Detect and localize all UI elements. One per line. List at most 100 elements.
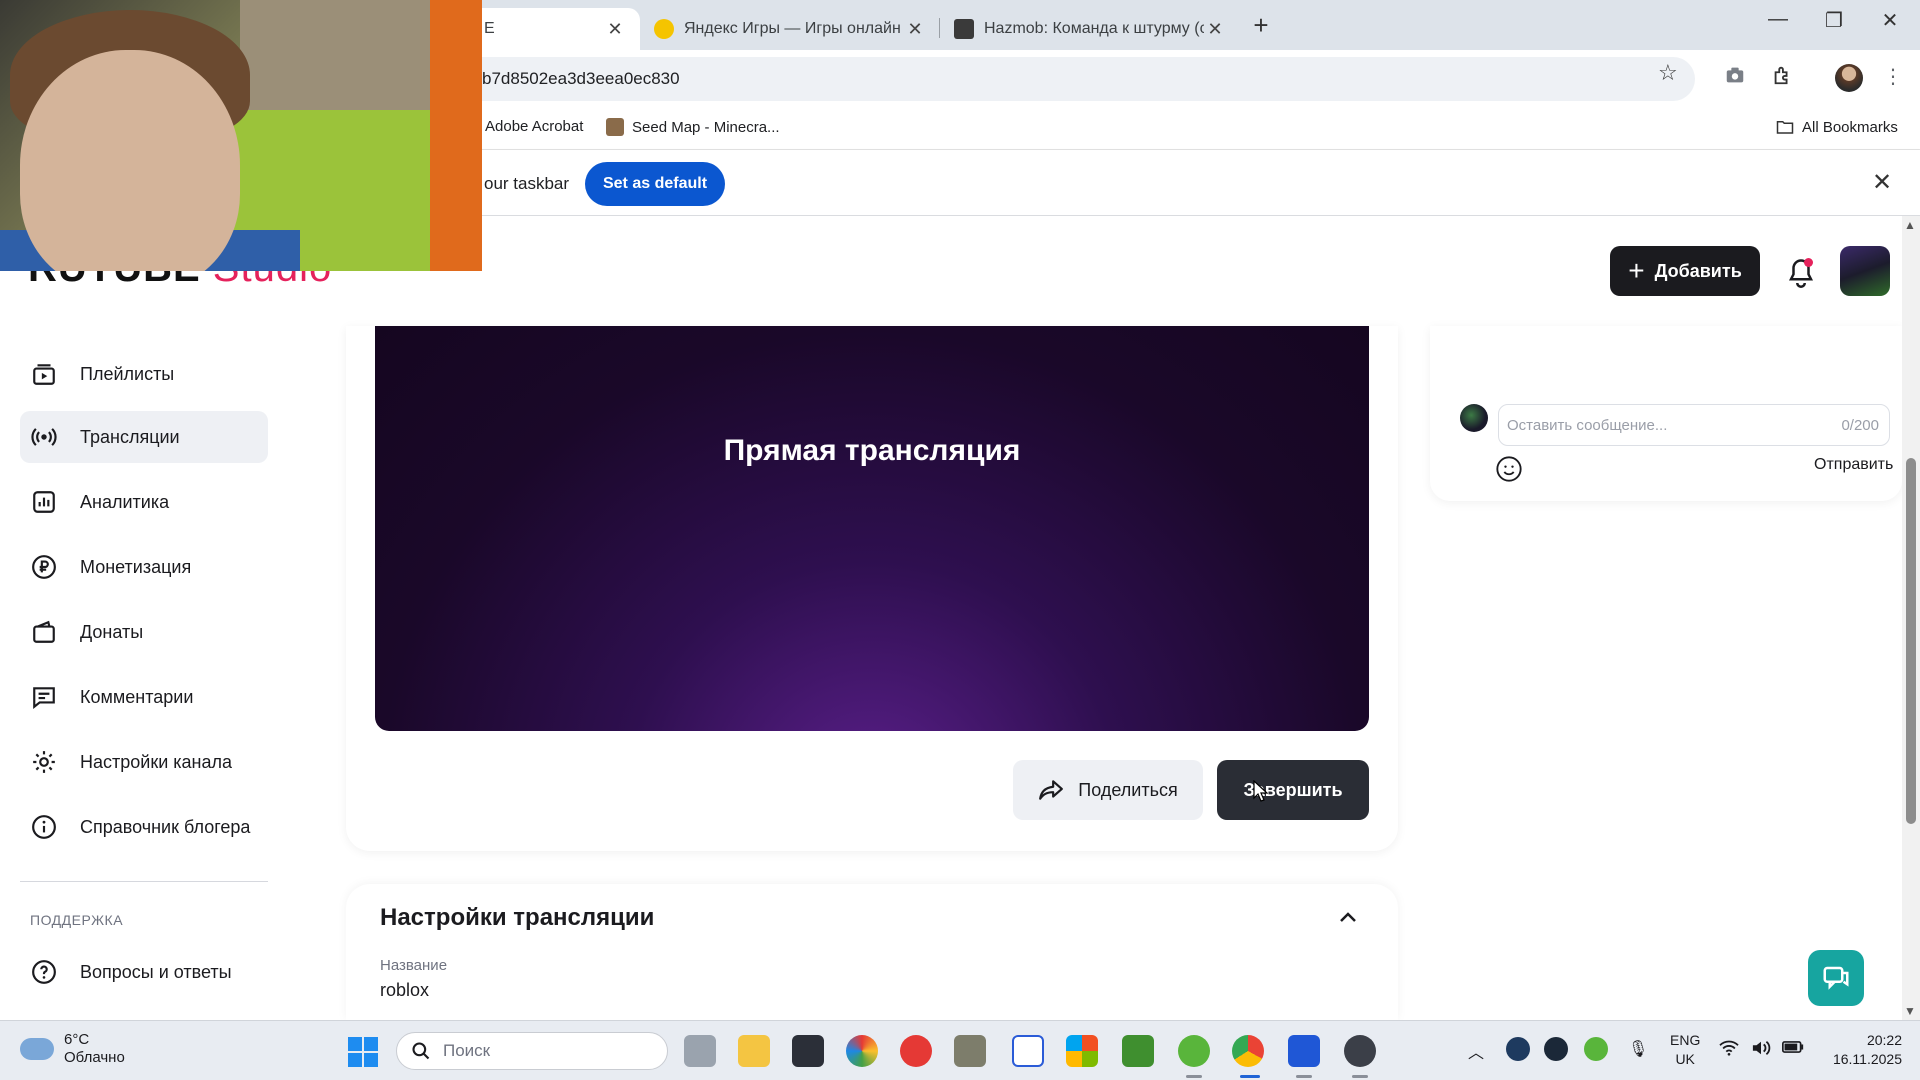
live-app-icon[interactable] — [792, 1035, 824, 1067]
chevron-up-icon[interactable] — [1336, 906, 1360, 930]
minimize-icon[interactable]: — — [1758, 8, 1798, 31]
taskbar-search[interactable]: Поиск — [396, 1032, 668, 1070]
tab-title: E — [484, 20, 495, 37]
sidebar-item-monetization[interactable]: Монетизация — [20, 541, 268, 593]
weather-condition: Облачно — [64, 1049, 125, 1066]
battery-icon[interactable] — [1782, 1039, 1804, 1060]
support-heading: ПОДДЕРЖКА — [30, 912, 124, 928]
support-chat-button[interactable] — [1808, 950, 1864, 1006]
chat-placeholder: Оставить сообщение... — [1507, 417, 1668, 434]
analytics-icon — [30, 488, 58, 516]
extensions-icon[interactable] — [1769, 64, 1795, 90]
tray-app-icon[interactable] — [1506, 1037, 1530, 1061]
language-indicator[interactable]: ENG UK — [1670, 1031, 1700, 1069]
sidebar-item-comments[interactable]: Комментарии — [20, 671, 268, 723]
tab-rutube[interactable]: E ✕ — [470, 8, 640, 50]
windows-start-icon[interactable] — [348, 1037, 378, 1067]
taskbar-clock[interactable]: 20:22 16.11.2025 — [1822, 1031, 1902, 1069]
infobar-message: our taskbar — [484, 174, 570, 193]
menu-kebab-icon[interactable]: ⋮ — [1880, 64, 1906, 90]
microphone-icon[interactable]: 🎙 — [1628, 1039, 1648, 1059]
new-tab-icon[interactable]: + — [1246, 10, 1276, 41]
search-icon — [412, 1042, 430, 1060]
chat-send-button[interactable]: Отправить — [1814, 456, 1893, 474]
volume-icon[interactable] — [1750, 1039, 1772, 1062]
running-indicator — [1352, 1075, 1368, 1078]
gear-icon — [30, 748, 58, 776]
utorrent-icon[interactable] — [1178, 1035, 1210, 1067]
notes-app-icon[interactable] — [1012, 1035, 1044, 1067]
seed-map-favicon-icon — [606, 118, 624, 136]
info-icon — [30, 813, 58, 841]
sidebar-item-channel-settings[interactable]: Настройки канала — [20, 736, 268, 788]
share-icon — [1039, 780, 1064, 800]
cloud-icon — [20, 1038, 54, 1060]
photo-app-icon[interactable] — [846, 1035, 878, 1067]
sidebar-item-faq[interactable]: Вопросы и ответы — [20, 946, 268, 998]
hazmob-favicon-icon — [954, 19, 974, 39]
chat-message-input[interactable]: Оставить сообщение... 0/200 — [1498, 404, 1890, 446]
bookmark-star-icon[interactable]: ☆ — [1658, 60, 1678, 86]
microsoft-store-icon[interactable] — [1066, 1035, 1098, 1067]
window-close-icon[interactable]: ✕ — [1870, 8, 1910, 33]
gimp-icon[interactable] — [954, 1035, 986, 1067]
task-view-icon[interactable] — [684, 1035, 716, 1067]
bookmark-adobe-acrobat[interactable]: Adobe Acrobat — [485, 118, 583, 135]
emoji-icon[interactable] — [1495, 455, 1523, 483]
utorrent-tray-icon[interactable] — [1584, 1037, 1608, 1061]
share-button[interactable]: Поделиться — [1013, 760, 1203, 820]
profile-avatar[interactable] — [1835, 64, 1863, 92]
name-field-value[interactable]: roblox — [380, 980, 429, 1001]
sidebar-item-analytics[interactable]: Аналитика — [20, 476, 268, 528]
add-button[interactable]: + Добавить — [1610, 246, 1760, 296]
address-bar[interactable]: b7d8502ea3d3eea0ec830 — [440, 57, 1695, 101]
mouse-cursor-icon — [1253, 780, 1268, 802]
tray-chevron-up-icon[interactable]: ︿ — [1468, 1039, 1484, 1063]
weather-widget[interactable]: 6°C Облачно — [20, 1031, 125, 1067]
minecraft-icon[interactable] — [1122, 1035, 1154, 1067]
set-as-default-button[interactable]: Set as default — [585, 162, 725, 206]
stream-preview-player[interactable]: Прямая трансляция — [375, 326, 1369, 731]
player-title: Прямая трансляция — [723, 434, 1021, 467]
tab-yandex-games[interactable]: Яндекс Игры — Игры онлайн ✕ — [640, 8, 940, 50]
plus-icon: + — [1628, 255, 1645, 286]
wifi-icon[interactable] — [1718, 1039, 1740, 1062]
finish-broadcast-button[interactable]: Завершить — [1217, 760, 1369, 820]
camera-icon[interactable] — [1722, 64, 1748, 90]
tab-hazmob[interactable]: Hazmob: Команда к штурму (с ✕ — [940, 8, 1240, 50]
address-url: b7d8502ea3d3eea0ec830 — [482, 69, 680, 88]
sidebar-item-playlists[interactable]: Плейлисты — [20, 348, 268, 400]
scroll-down-icon[interactable]: ▼ — [1904, 1004, 1916, 1018]
chat-user-avatar — [1460, 404, 1488, 432]
active-indicator — [1240, 1075, 1260, 1078]
tab-title: Яндекс Игры — Игры онлайн — [684, 20, 901, 37]
tab-close-icon[interactable]: ✕ — [904, 19, 926, 40]
tab-close-icon[interactable]: ✕ — [1204, 19, 1226, 40]
sidebar-divider — [20, 881, 268, 882]
notification-badge — [1804, 258, 1813, 267]
chrome-icon[interactable] — [1232, 1035, 1264, 1067]
sidebar-item-blogger-guide[interactable]: Справочник блогера — [20, 801, 268, 853]
file-explorer-icon[interactable] — [738, 1035, 770, 1067]
name-field-label: Название — [380, 957, 448, 974]
roblox-studio-icon[interactable] — [1288, 1035, 1320, 1067]
sidebar-item-broadcasts[interactable]: Трансляции — [20, 411, 268, 463]
scrollbar-thumb[interactable] — [1906, 458, 1916, 824]
channel-avatar[interactable] — [1840, 246, 1890, 296]
wallet-icon — [30, 618, 58, 646]
bookmark-seed-map[interactable]: Seed Map - Minecra... — [606, 118, 780, 136]
all-bookmarks[interactable]: All Bookmarks — [1776, 118, 1898, 136]
broadcast-icon — [30, 423, 58, 451]
sidebar-item-donations[interactable]: Донаты — [20, 606, 268, 658]
steam-icon[interactable] — [1544, 1037, 1568, 1061]
infobar-close-icon[interactable]: ✕ — [1872, 168, 1892, 197]
webcam-overlay — [0, 0, 482, 271]
restore-icon[interactable]: ❐ — [1814, 8, 1854, 33]
obs-icon[interactable] — [1344, 1035, 1376, 1067]
broadcast-settings-title: Настройки трансляции — [380, 904, 655, 931]
yandex-browser-icon[interactable] — [900, 1035, 932, 1067]
scroll-up-icon[interactable]: ▲ — [1904, 218, 1916, 232]
tab-close-icon[interactable]: ✕ — [604, 19, 626, 40]
yandex-games-favicon-icon — [654, 19, 674, 39]
folder-icon — [1776, 121, 1794, 134]
